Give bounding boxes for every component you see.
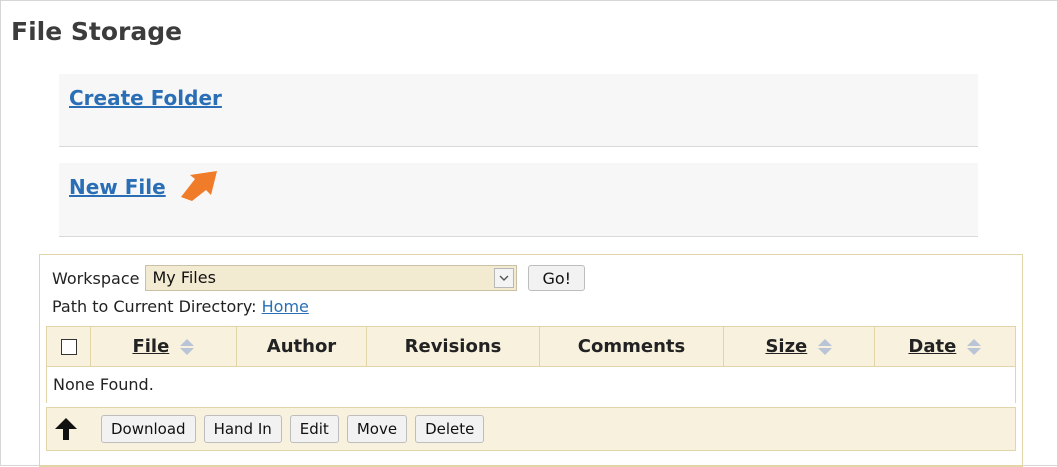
up-directory-icon[interactable] — [53, 416, 79, 442]
file-action-toolbar: Download Hand In Edit Move Delete — [46, 407, 1016, 451]
path-label: Path to Current Directory: — [52, 297, 257, 316]
select-all-checkbox[interactable] — [60, 339, 77, 355]
edit-button[interactable]: Edit — [289, 415, 339, 443]
col-author-label: Author — [266, 336, 337, 357]
page-title: File Storage — [11, 17, 183, 46]
move-button[interactable]: Move — [346, 415, 408, 443]
col-file-label[interactable]: File — [132, 336, 169, 357]
sort-updown-icon[interactable] — [966, 338, 982, 356]
file-table: File Author Revisions Comments Size Date… — [46, 326, 1016, 403]
delete-button[interactable]: Delete — [415, 415, 485, 443]
table-header-row: File Author Revisions Comments Size Date — [46, 326, 1016, 367]
col-comments-label: Comments — [577, 336, 686, 357]
col-size-label[interactable]: Size — [765, 336, 807, 357]
download-button[interactable]: Download — [101, 415, 196, 443]
path-home-link[interactable]: Home — [262, 297, 309, 316]
col-file-header[interactable]: File — [90, 326, 237, 367]
hand-in-button[interactable]: Hand In — [203, 415, 282, 443]
workspace-select[interactable]: My Files — [145, 265, 518, 291]
sort-updown-icon[interactable] — [817, 338, 833, 356]
path-row: Path to Current Directory: Home — [52, 297, 309, 316]
workspace-row: Workspace My Files Go! — [52, 265, 586, 291]
table-row: None Found. — [46, 366, 1016, 403]
workspace-label: Workspace — [52, 268, 140, 288]
col-date-label[interactable]: Date — [908, 336, 956, 357]
workspace-selected-value: My Files — [152, 268, 216, 287]
col-revisions-header: Revisions — [366, 326, 540, 367]
file-browser-panel: Workspace My Files Go! Path to Current D… — [39, 254, 1023, 467]
select-all-cell — [46, 326, 91, 367]
col-comments-header: Comments — [539, 326, 724, 367]
empty-message: None Found. — [46, 366, 1016, 403]
go-button[interactable]: Go! — [528, 265, 586, 291]
sort-updown-icon[interactable] — [179, 338, 195, 356]
window-frame: File Storage Create Folder New File Work… — [0, 0, 1057, 467]
col-revisions-label: Revisions — [404, 336, 502, 357]
create-folder-block: Create Folder — [59, 74, 978, 147]
col-date-header[interactable]: Date — [874, 326, 1016, 367]
new-file-link[interactable]: New File — [69, 175, 166, 199]
col-size-header[interactable]: Size — [723, 326, 875, 367]
col-author-header: Author — [236, 326, 367, 367]
create-folder-link[interactable]: Create Folder — [69, 86, 222, 110]
arrow-pointer-icon — [181, 171, 217, 201]
chevron-down-icon[interactable] — [494, 268, 515, 288]
